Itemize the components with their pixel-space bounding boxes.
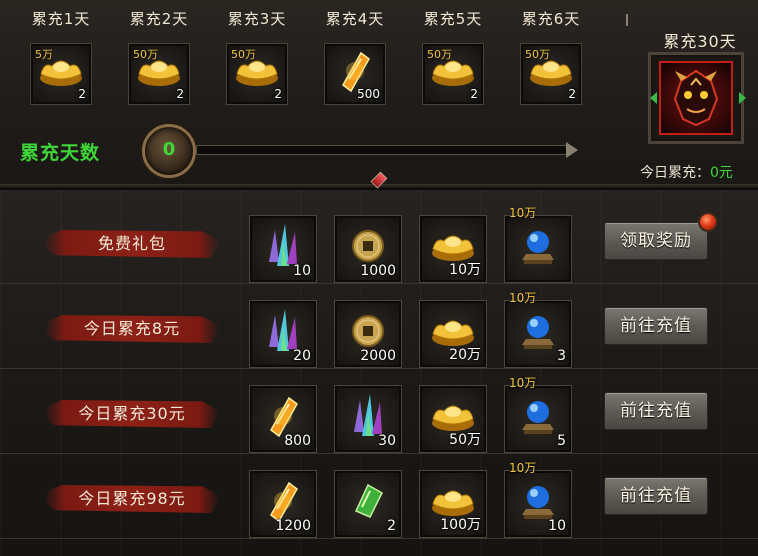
item-count: 2 xyxy=(274,87,282,101)
reward-slot[interactable]: 5万 2 xyxy=(30,43,92,105)
divider xyxy=(0,368,758,369)
amount-tag: 10万 xyxy=(509,376,537,390)
demon-mask-icon xyxy=(659,61,733,135)
reward-row: 今日累充98元 1200 2 100万 10万 10 前往充值 xyxy=(0,455,758,539)
item-count: 1000 xyxy=(360,263,396,279)
row-label: 今日累充98元 xyxy=(44,485,220,513)
row-label: 免费礼包 xyxy=(44,230,220,258)
reward-row: 今日累充8元 20 2000 20万 10万 3 前往充值 xyxy=(0,285,758,369)
green-jade-icon xyxy=(348,481,388,525)
reward-slot[interactable]: 50万 2 xyxy=(520,43,582,105)
amount-tag: 5万 xyxy=(35,48,53,61)
day-reward-3: 累充3天 50万 2 xyxy=(219,8,295,105)
reward-slot[interactable]: 10万 xyxy=(504,206,572,283)
item-count: 800 xyxy=(284,433,311,449)
reward-slot[interactable]: 1200 xyxy=(249,470,317,538)
day-title: 累充2天 xyxy=(129,10,189,28)
item-count: 10 xyxy=(293,263,311,279)
amount-tag: 10万 xyxy=(509,206,537,220)
reward-slot[interactable]: 100万 xyxy=(419,470,487,538)
day-reward-4: 累充4天 500 xyxy=(317,8,393,105)
blue-orb-icon xyxy=(516,394,560,442)
item-count: 20万 xyxy=(449,347,481,363)
item-count: 10万 xyxy=(449,262,481,278)
reward-slot[interactable]: 10万 10 xyxy=(504,461,572,538)
divider xyxy=(0,283,758,284)
item-count: 2 xyxy=(78,87,86,101)
reward-slot[interactable]: 10万 5 xyxy=(504,376,572,453)
day-title: 累充3天 xyxy=(227,10,287,28)
final-reward-title: 累充30天 xyxy=(663,32,737,51)
amount-tag: 10万 xyxy=(509,461,537,475)
item-count: 500 xyxy=(357,87,380,101)
item-count: 30 xyxy=(378,433,396,449)
reward-slot[interactable]: 2000 xyxy=(334,300,402,368)
item-count: 2 xyxy=(176,87,184,101)
go-recharge-button[interactable]: 前往充值 xyxy=(604,477,708,515)
day-reward-2: 累充2天 50万 2 xyxy=(121,8,197,105)
prev-arrow-icon[interactable] xyxy=(650,92,657,104)
day-reward-1: 累充1天 5万 2 xyxy=(23,8,99,105)
day-title: 累充6天 xyxy=(521,10,581,28)
item-count: 3 xyxy=(557,348,566,364)
divider xyxy=(0,453,758,454)
notification-dot-icon xyxy=(698,212,718,232)
reward-slot[interactable]: 20万 xyxy=(419,300,487,368)
cumulative-days-panel: 累充1天 5万 2 累充2天 50万 2 累充3天 50万 2 累充4天 500 累充5天 50万 2 累充… xyxy=(0,0,758,188)
item-count: 2 xyxy=(387,518,396,534)
next-arrow-icon[interactable] xyxy=(739,92,746,104)
item-count: 100万 xyxy=(440,517,481,533)
reward-slot[interactable]: 500 xyxy=(324,43,386,105)
reward-slot[interactable]: 800 xyxy=(249,385,317,453)
row-label: 今日累充30元 xyxy=(44,400,220,428)
reward-slot[interactable]: 1000 xyxy=(334,215,402,283)
amount-tag: 50万 xyxy=(133,48,158,61)
reward-row: 免费礼包 10 1000 10万 10万 领取奖励 xyxy=(0,200,758,284)
reward-slot[interactable]: 10 xyxy=(249,215,317,283)
divider xyxy=(626,14,628,26)
progress-track xyxy=(196,145,568,155)
reward-slot[interactable]: 10万 xyxy=(419,215,487,283)
today-total-value: 0元 xyxy=(710,165,733,181)
reward-slot[interactable]: 50万 2 xyxy=(128,43,190,105)
progress-value-knob: 0 xyxy=(142,124,196,178)
today-total: 今日累充：0元 xyxy=(640,162,733,182)
reward-slot[interactable]: 30 xyxy=(334,385,402,453)
reward-row: 今日累充30元 800 30 50万 10万 5 前往充值 xyxy=(0,370,758,454)
progress-label: 累充天数 xyxy=(20,142,101,164)
day-title: 累充1天 xyxy=(31,10,91,28)
reward-slot[interactable]: 20 xyxy=(249,300,317,368)
amount-tag: 50万 xyxy=(525,48,550,61)
item-count: 2 xyxy=(568,87,576,101)
item-count: 10 xyxy=(548,518,566,534)
go-recharge-button[interactable]: 前往充值 xyxy=(604,307,708,345)
final-reward-slot[interactable] xyxy=(648,52,744,144)
reward-slot[interactable]: 2 xyxy=(334,470,402,538)
item-count: 20 xyxy=(293,348,311,364)
amount-tag: 50万 xyxy=(231,48,256,61)
claim-reward-button[interactable]: 领取奖励 xyxy=(604,222,708,260)
reward-slot[interactable]: 50万 xyxy=(419,385,487,453)
day-reward-6: 累充6天 50万 2 xyxy=(513,8,589,105)
go-recharge-button[interactable]: 前往充值 xyxy=(604,392,708,430)
blue-orb-icon xyxy=(516,309,560,357)
item-count: 2 xyxy=(470,87,478,101)
item-count: 2000 xyxy=(360,348,396,364)
amount-tag: 50万 xyxy=(427,48,452,61)
reward-slot[interactable]: 10万 3 xyxy=(504,291,572,368)
amount-tag: 10万 xyxy=(509,291,537,305)
reward-slot[interactable]: 50万 2 xyxy=(422,43,484,105)
item-count: 5 xyxy=(557,433,566,449)
divider xyxy=(0,538,758,539)
row-label: 今日累充8元 xyxy=(44,315,220,343)
item-count: 1200 xyxy=(275,518,311,534)
day-title: 累充5天 xyxy=(423,10,483,28)
reward-slot[interactable]: 50万 2 xyxy=(226,43,288,105)
today-total-label: 今日累充： xyxy=(640,165,710,181)
day-reward-5: 累充5天 50万 2 xyxy=(415,8,491,105)
item-count: 50万 xyxy=(449,432,481,448)
blue-orb-icon xyxy=(516,224,560,272)
day-title: 累充4天 xyxy=(325,10,385,28)
progress-arrow-icon xyxy=(566,142,578,158)
